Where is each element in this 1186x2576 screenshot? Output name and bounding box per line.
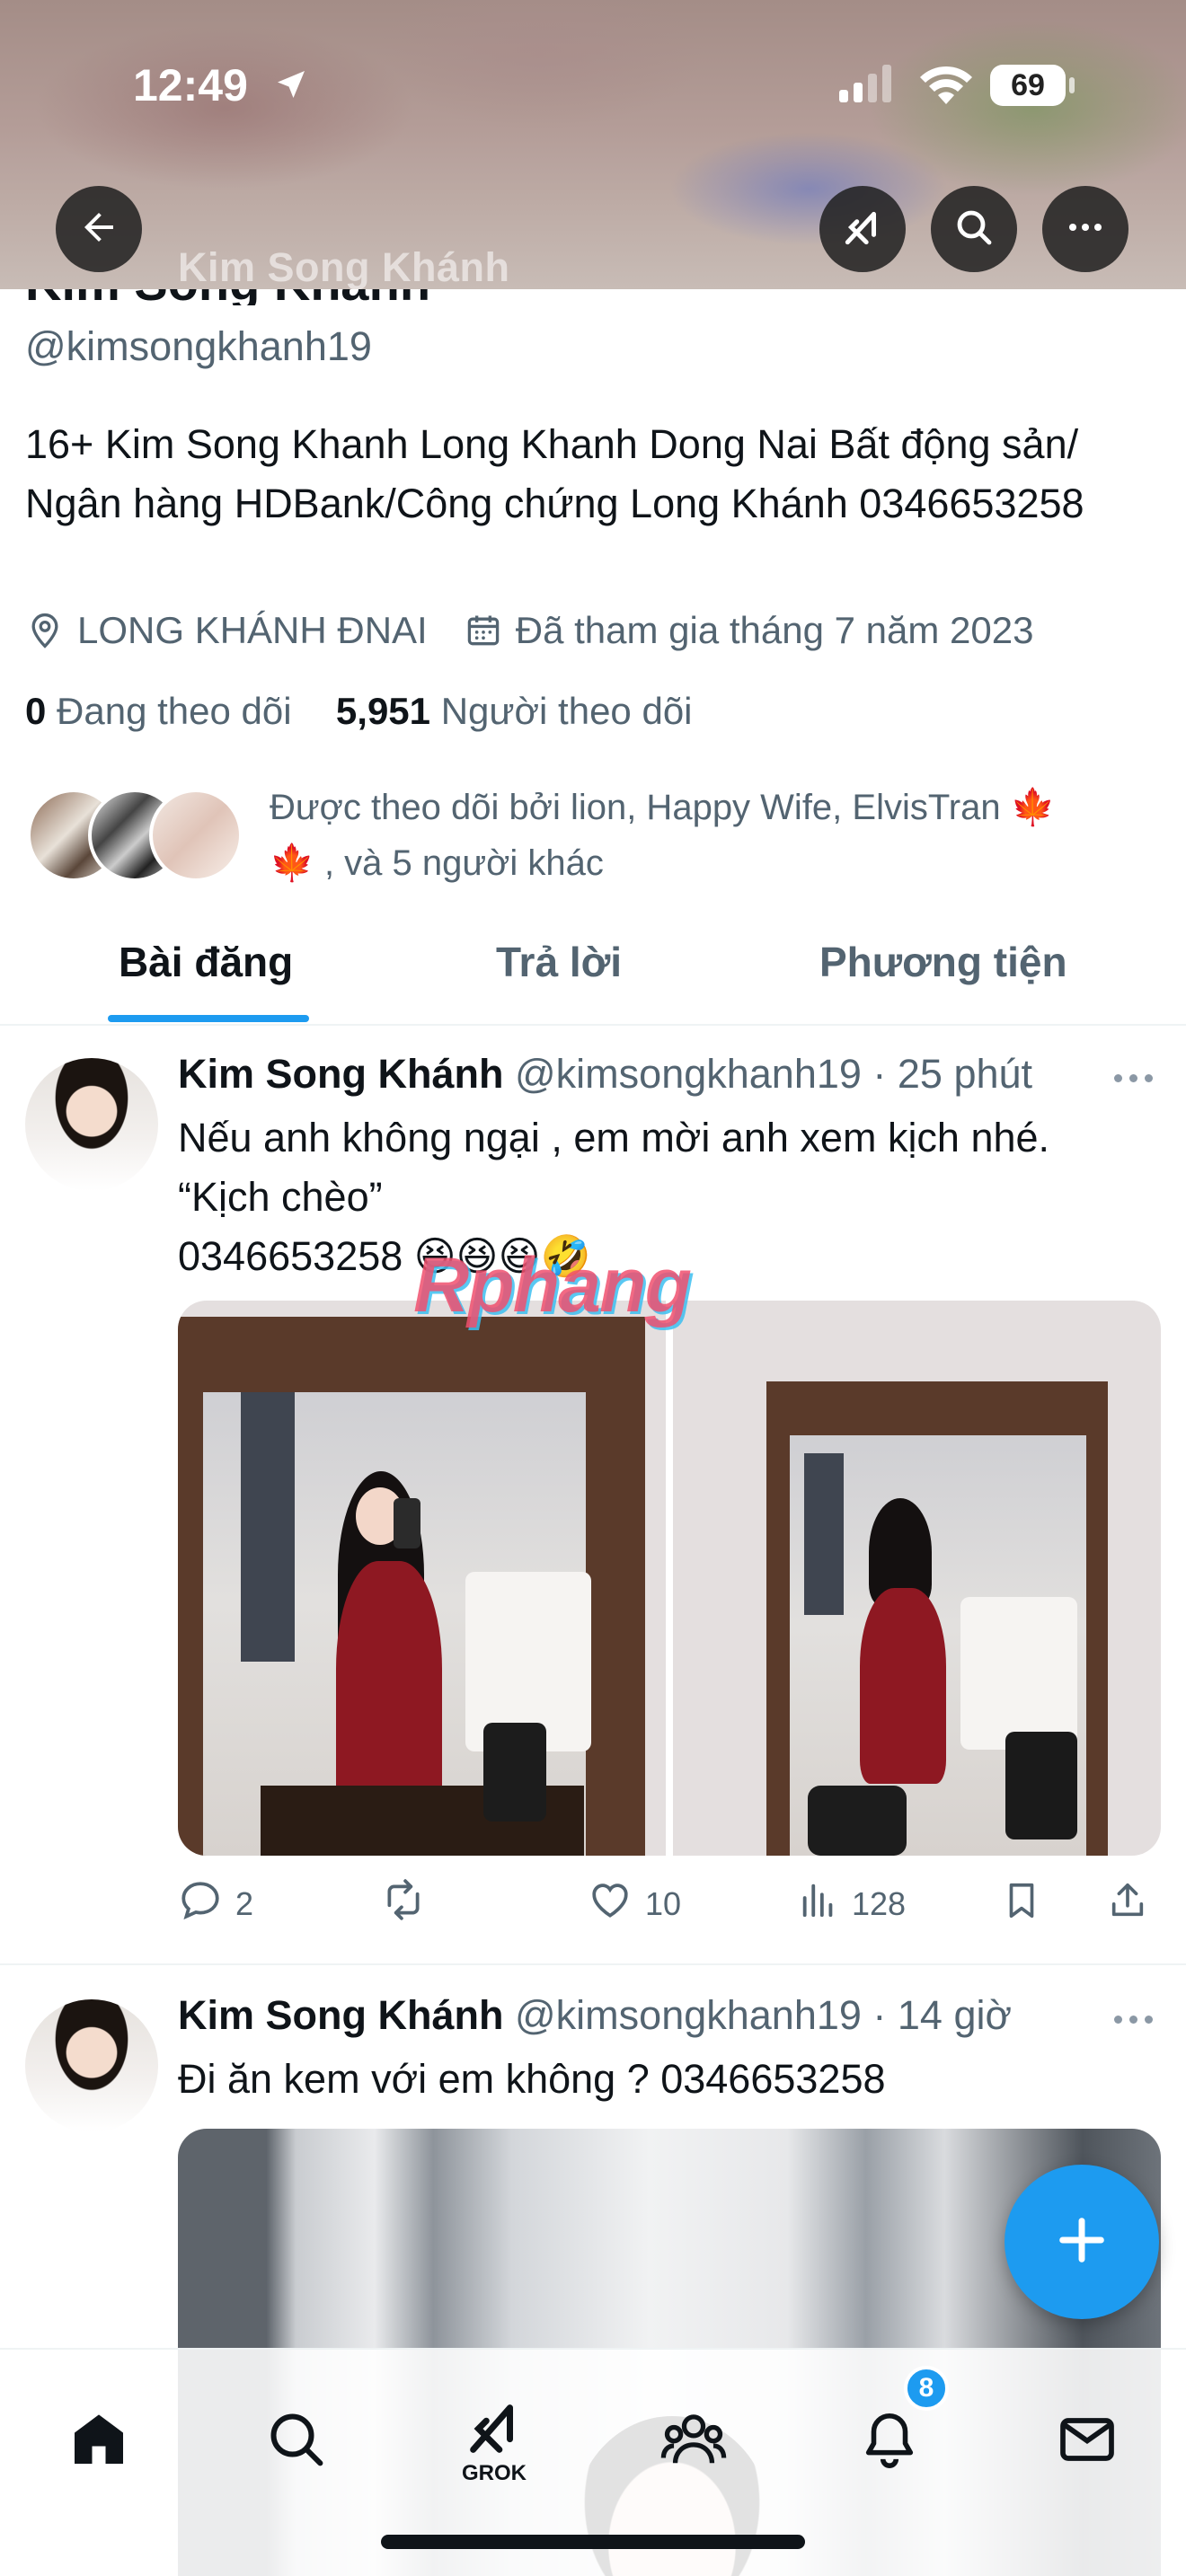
tweet-header: Kim Song Khánh @kimsongkhanh19 · 14 giờ (178, 1992, 1012, 2039)
watermark-logo: Rphang (413, 1242, 692, 1328)
grok-icon (463, 2397, 526, 2465)
location-arrow-icon (273, 66, 309, 107)
tweet-photo[interactable] (673, 1301, 1161, 1856)
tab-media[interactable]: Phương tiện (819, 938, 1067, 986)
tweet-text-line: Nếu anh không ngại , em mời anh xem kịch… (178, 1115, 1050, 1160)
bookmark-button[interactable] (1001, 1877, 1042, 1932)
nav-messages[interactable] (1033, 2387, 1141, 2495)
followed-by-avatars[interactable] (27, 789, 252, 884)
followed-by-more: , và 5 người khác (323, 843, 604, 883)
followers-count: 5,951 (335, 690, 431, 732)
bookmark-icon (1001, 1877, 1042, 1932)
tweet-more-icon[interactable] (1114, 1074, 1153, 1082)
tab-replies[interactable]: Trả lời (496, 938, 622, 986)
search-button[interactable] (931, 186, 1017, 272)
plus-icon (1053, 2211, 1111, 2273)
maple-leaf-icon: 🍁 (270, 843, 314, 883)
more-options-button[interactable] (1042, 186, 1128, 272)
tweet-header: Kim Song Khánh @kimsongkhanh19 · 25 phút (178, 1051, 1032, 1098)
notifications-badge: 8 (904, 2366, 949, 2411)
tweet-divider (0, 1963, 1186, 1965)
nav-search[interactable] (243, 2387, 350, 2495)
tweet-more-icon[interactable] (1114, 2016, 1153, 2024)
wifi-icon (918, 65, 974, 110)
arrow-left-icon (77, 206, 120, 253)
like-count: 10 (645, 1884, 682, 1922)
communities-icon (659, 2407, 728, 2476)
cellular-signal-icon (839, 65, 897, 109)
grok-icon (840, 205, 885, 254)
nav-communities[interactable] (640, 2387, 748, 2495)
views-button[interactable]: 128 (798, 1877, 906, 1930)
tweet-actions: 2 10 128 (178, 1877, 1166, 1931)
profile-location: LONG KHÁNH ĐNAI (77, 609, 428, 651)
status-time: 12:49 (133, 60, 248, 110)
status-bar: 12:49 69 (0, 0, 1186, 162)
profile-name: Kim Song Khánh (25, 289, 528, 305)
search-icon (264, 2407, 329, 2476)
profile-name-clipped: Kim Song Khánh (25, 289, 528, 305)
profile-tabs: Bài đăng Trả lời Phương tiện (0, 916, 1186, 1026)
tweet-author-avatar[interactable] (25, 1999, 158, 2132)
follow-stats: 0 Đang theo dõi 5,951 Người theo dõi (25, 690, 693, 733)
home-indicator[interactable] (381, 2535, 805, 2549)
followed-by-text[interactable]: Được theo dõi bởi lion, Happy Wife, Elvi… (270, 780, 1168, 891)
tweet-author-name[interactable]: Kim Song Khánh (178, 1992, 503, 2038)
follower-avatar (149, 789, 243, 882)
banner-profile-name: Kim Song Khánh (178, 244, 510, 289)
reply-icon (178, 1877, 223, 1930)
home-icon (66, 2407, 131, 2476)
calendar-icon (464, 611, 503, 650)
tweet-photo[interactable] (178, 1301, 666, 1856)
more-horizontal-icon (1064, 206, 1107, 253)
following-link[interactable]: 0 Đang theo dõi (25, 690, 292, 732)
followed-by-names: Được theo dõi bởi lion, Happy Wife, Elvi… (270, 788, 1001, 827)
nav-home[interactable] (45, 2387, 153, 2495)
mail-icon (1055, 2407, 1120, 2476)
share-icon (1107, 1877, 1148, 1932)
nav-grok[interactable]: GROK (440, 2387, 548, 2495)
retweet-button[interactable] (379, 1877, 428, 1930)
retweet-icon (379, 1877, 428, 1930)
following-count: 0 (25, 690, 47, 732)
back-button[interactable] (56, 186, 142, 272)
reply-count: 2 (235, 1884, 254, 1922)
tweet-text-line: “Kịch chèo” (178, 1174, 383, 1220)
tweet-author-avatar[interactable] (25, 1058, 158, 1191)
tweet-meta: @kimsongkhanh19 · 25 phút (515, 1051, 1033, 1097)
battery-cap (1069, 77, 1075, 93)
profile-handle: @kimsongkhanh19 (25, 323, 372, 369)
maple-leaf-icon: 🍁 (1010, 788, 1056, 827)
reply-button[interactable]: 2 (178, 1877, 253, 1930)
followers-link[interactable]: 5,951 Người theo dõi (336, 690, 693, 732)
tweet-meta: @kimsongkhanh19 · 14 giờ (515, 1992, 1012, 2038)
search-icon (952, 206, 996, 253)
profile-bio: 16+ Kim Song Khanh Long Khanh Dong Nai B… (25, 421, 1084, 526)
tweet-text: Đi ăn kem với em không ? 0346653258 (178, 2056, 886, 2102)
grok-label: GROK (462, 2460, 527, 2485)
share-button[interactable] (1107, 1877, 1148, 1932)
tweet-author-name[interactable]: Kim Song Khánh (178, 1051, 503, 1097)
heart-icon (588, 1877, 633, 1930)
grok-button[interactable] (819, 186, 906, 272)
tweet-media-grid[interactable] (178, 1301, 1161, 1856)
battery-indicator: 69 (990, 65, 1066, 106)
bar-chart-icon (798, 1877, 839, 1930)
followers-label: Người theo dõi (440, 690, 693, 732)
active-tab-indicator (108, 1015, 309, 1022)
bell-icon (858, 2407, 921, 2476)
view-count: 128 (852, 1884, 907, 1922)
following-label: Đang theo dõi (57, 690, 292, 732)
location-pin-icon (25, 611, 65, 650)
compose-post-button[interactable] (1005, 2165, 1159, 2319)
profile-meta: LONG KHÁNH ĐNAI Đã tham gia tháng 7 năm … (25, 609, 1033, 652)
profile-joined-date: Đã tham gia tháng 7 năm 2023 (515, 609, 1034, 651)
like-button[interactable]: 10 (588, 1877, 681, 1930)
tab-posts[interactable]: Bài đăng (119, 938, 293, 986)
